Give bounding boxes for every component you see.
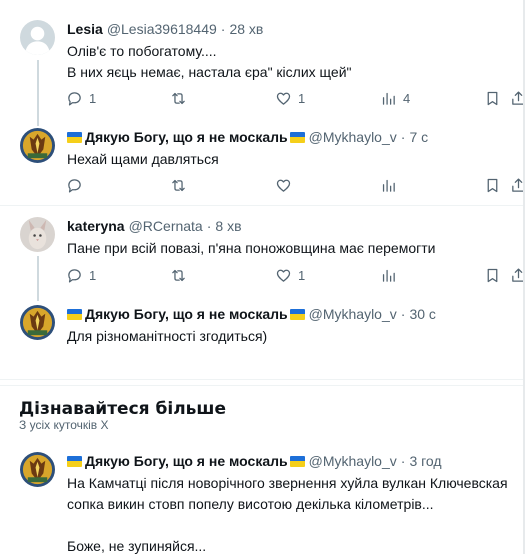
repost-button[interactable] — [170, 90, 193, 107]
reply-icon — [68, 269, 81, 283]
separator-dot: · — [400, 453, 406, 469]
bookmark-icon — [487, 178, 498, 193]
tweet-header: Дякую Богу, що я не москаль @Mykhaylo_v … — [67, 452, 515, 470]
tweet-text: Пане при всій повазі, п'яна поножовщина … — [67, 238, 515, 259]
bookmark-icon — [487, 91, 498, 106]
author-handle[interactable]: @Mykhaylo_v — [309, 128, 397, 146]
tweet-header: Дякую Богу, що я не москаль @Mykhaylo_v … — [67, 305, 515, 323]
ukraine-flag-icon — [67, 308, 82, 320]
ukraine-flag-icon — [67, 455, 82, 467]
tweet-header: Дякую Богу, що я не москаль @Mykhaylo_v … — [67, 128, 515, 146]
ukraine-flag-icon — [289, 308, 305, 320]
repost-icon — [172, 92, 185, 105]
author-handle[interactable]: @Lesia39618449 — [107, 20, 217, 38]
timestamp[interactable]: 28 хв — [229, 20, 263, 38]
thread-kateryna: kateryna @RCernata · 8 хв Пане при всій … — [0, 206, 525, 380]
tweet-text: Олів'є то побогатому.... В них яєць нема… — [67, 41, 515, 83]
timestamp[interactable]: 3 год — [409, 452, 441, 470]
like-count: 1 — [298, 91, 306, 106]
ukraine-flag-icon — [67, 131, 82, 143]
tweet-text: На Камчатці після новорічного звернення … — [67, 473, 515, 554]
repost-icon — [172, 179, 185, 192]
tweet-mykhaylo-reply-2[interactable]: Дякую Богу, що я не москаль @Mykhaylo_v … — [0, 305, 525, 347]
tweet-text-line: Пане при всій повазі, п'яна поножовщина … — [67, 240, 436, 256]
tweet-actions — [0, 176, 525, 196]
tweet-text-line: Нехай щами давляться — [67, 151, 219, 167]
tweet-text-line: На Камчатці після новорічного звернення … — [67, 475, 508, 491]
heart-icon — [276, 179, 291, 192]
author-handle[interactable]: @Mykhaylo_v — [309, 305, 397, 323]
tweet-lesia[interactable]: Lesia @Lesia39618449 · 28 хв Олів'є то п… — [0, 20, 525, 83]
like-count: 1 — [298, 268, 306, 283]
reply-button[interactable]: 1 — [66, 267, 96, 284]
reply-button[interactable]: 1 — [66, 90, 96, 107]
thread-lesia: Lesia @Lesia39618449 · 28 хв Олів'є то п… — [0, 0, 525, 206]
tweet-mykhaylo-reply-1[interactable]: Дякую Богу, що я не москаль @Mykhaylo_v … — [0, 128, 525, 170]
tweet-mykhaylo-kamchatka[interactable]: Дякую Богу, що я не москаль @Mykhaylo_v … — [0, 452, 525, 554]
repost-button[interactable] — [170, 267, 187, 284]
mykhaylo-avatar[interactable] — [20, 128, 55, 163]
tweet-text-line: Для різноманітності згодиться) — [67, 328, 268, 344]
mykhaylo-avatar[interactable] — [20, 452, 55, 487]
reply-count: 1 — [89, 91, 97, 106]
author-name[interactable]: kateryna — [67, 217, 125, 235]
tweet-text: Нехай щами давляться — [67, 149, 515, 170]
views-icon — [382, 179, 395, 192]
tweet-text-line: Боже, не зупиняйся... — [67, 538, 207, 554]
heart-icon — [276, 92, 291, 105]
tweet-text-line: сопка викин стовп попелу висотою декільк… — [67, 496, 434, 512]
section-title: Дізнавайтеся більше — [19, 399, 226, 419]
mykhaylo-avatar[interactable] — [20, 305, 55, 340]
reply-icon — [68, 179, 81, 193]
separator-dot: · — [400, 129, 406, 145]
tweet-header: Lesia @Lesia39618449 · 28 хв — [67, 20, 515, 38]
tweet-actions: 1 1 — [0, 266, 525, 286]
section-subtitle: З усіх куточків X — [19, 418, 109, 432]
bookmark-button[interactable] — [484, 90, 501, 107]
tweet-kateryna[interactable]: kateryna @RCernata · 8 хв Пане при всій … — [0, 217, 525, 259]
author-name[interactable]: Дякую Богу, що я не москаль — [85, 452, 288, 470]
discover-more-section: Дізнавайтеся більше З усіх куточків X — [0, 385, 525, 441]
author-name[interactable]: Дякую Богу, що я не москаль — [85, 305, 288, 323]
tweet-text: Для різноманітності згодиться) — [67, 326, 515, 347]
separator-dot: · — [206, 218, 212, 234]
timeline-feed: Lesia @Lesia39618449 · 28 хв Олів'є то п… — [0, 0, 525, 554]
views-button[interactable] — [380, 267, 397, 284]
kateryna-avatar[interactable] — [20, 217, 55, 252]
like-button[interactable]: 1 — [275, 90, 305, 107]
bookmark-button[interactable] — [484, 267, 501, 284]
views-button[interactable]: 4 — [380, 90, 410, 107]
tweet-text-line: Олів'є то побогатому.... — [67, 43, 217, 59]
default-avatar[interactable] — [20, 20, 55, 55]
views-icon — [382, 92, 395, 105]
tweet-text-line: В них яєць немає, настала єра" кіслих ще… — [67, 64, 352, 80]
author-name[interactable]: Дякую Богу, що я не москаль — [85, 128, 288, 146]
tweet-header: kateryna @RCernata · 8 хв — [67, 217, 515, 235]
bookmark-button[interactable] — [484, 177, 501, 194]
timestamp[interactable]: 30 с — [409, 305, 435, 323]
repost-button[interactable] — [170, 177, 187, 194]
ukraine-flag-icon — [289, 455, 305, 467]
like-button[interactable] — [275, 177, 292, 194]
author-handle[interactable]: @Mykhaylo_v — [309, 452, 397, 470]
reply-count: 1 — [89, 268, 97, 283]
reply-icon — [68, 92, 81, 106]
view-count: 4 — [403, 91, 411, 106]
separator-dot: · — [400, 306, 406, 322]
bookmark-icon — [487, 268, 498, 283]
repost-icon — [172, 269, 185, 282]
ukraine-flag-icon — [289, 131, 305, 143]
like-button[interactable]: 1 — [275, 267, 305, 284]
timestamp[interactable]: 7 с — [409, 128, 428, 146]
reply-button[interactable] — [66, 177, 83, 194]
timestamp[interactable]: 8 хв — [215, 217, 241, 235]
author-handle[interactable]: @RCernata — [129, 217, 203, 235]
views-icon — [382, 269, 395, 282]
tweet-actions: 1 1 4 — [0, 89, 525, 109]
views-button[interactable] — [380, 177, 397, 194]
separator-dot: · — [220, 21, 226, 37]
author-name[interactable]: Lesia — [67, 20, 103, 38]
heart-icon — [276, 269, 291, 282]
